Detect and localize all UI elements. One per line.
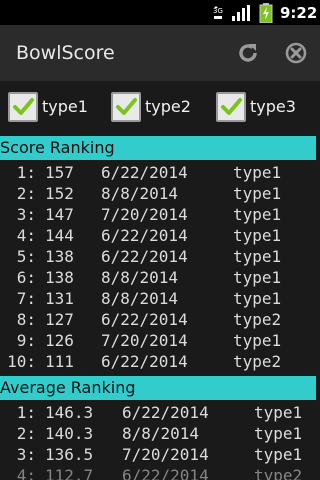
list-item: 4: 112.7 6/22/2014 type2	[0, 465, 320, 480]
type: type2	[233, 310, 282, 329]
rank: 1:	[16, 163, 36, 182]
type: type1	[254, 445, 303, 464]
date: 7/20/2014	[101, 205, 188, 224]
type2-label: type2	[145, 97, 191, 116]
list-item: 3: 136.5 7/20/2014 type1	[0, 444, 320, 465]
type2-checkbox[interactable]: type2	[111, 92, 191, 122]
type: type1	[233, 289, 282, 308]
type: type1	[233, 247, 282, 266]
checkmark-icon	[221, 98, 242, 115]
list-item: 2: 140.3 8/8/2014 type1	[0, 423, 320, 444]
score-ranking-header: Score Ranking	[0, 136, 316, 160]
date: 6/22/2014	[101, 163, 188, 182]
rank: 4:	[16, 466, 36, 480]
score: 111	[45, 352, 74, 371]
average-score: 146.3	[45, 403, 94, 422]
list-item: 5: 138 6/22/2014 type1	[0, 246, 320, 267]
refresh-icon	[239, 44, 257, 62]
list-item: 1: 157 6/22/2014 type1	[0, 162, 320, 183]
score: 126	[45, 331, 74, 350]
list-item: 8: 127 6/22/2014 type2	[0, 309, 320, 330]
date: 6/22/2014	[101, 226, 188, 245]
app-title: BowlScore	[16, 42, 115, 64]
signal-strength-icon	[232, 5, 250, 21]
score: 147	[45, 205, 74, 224]
rank: 9:	[16, 331, 36, 350]
date: 8/8/2014	[122, 424, 200, 443]
type1-checkbox[interactable]: type1	[8, 92, 88, 122]
rank: 2:	[16, 184, 36, 203]
checkbox-box[interactable]	[111, 92, 141, 122]
type3-label: type3	[250, 97, 296, 116]
rank: 10:	[7, 352, 36, 371]
status-bar: 3G 9:22	[0, 0, 320, 25]
score: 144	[45, 226, 74, 245]
type: type1	[233, 205, 282, 224]
type: type2	[254, 466, 303, 480]
score: 138	[45, 268, 74, 287]
clock: 9:22	[280, 4, 318, 22]
date: 8/8/2014	[101, 289, 179, 308]
rank: 3:	[16, 445, 36, 464]
list-item: 3: 147 7/20/2014 type1	[0, 204, 320, 225]
average-score: 112.7	[45, 466, 94, 480]
list-item: 9: 126 7/20/2014 type1	[0, 330, 320, 351]
date: 7/20/2014	[101, 331, 188, 350]
type: type2	[233, 352, 282, 371]
score: 127	[45, 310, 74, 329]
type: type1	[254, 403, 303, 422]
date: 6/22/2014	[101, 247, 188, 266]
checkmark-icon	[13, 98, 34, 115]
score: 138	[45, 247, 74, 266]
type: type1	[233, 184, 282, 203]
checkbox-box[interactable]	[8, 92, 38, 122]
checkmark-icon	[116, 98, 137, 115]
battery-charging-icon	[259, 3, 273, 23]
type: type1	[233, 331, 282, 350]
date: 6/22/2014	[101, 352, 188, 371]
refresh-button[interactable]	[236, 41, 260, 65]
rank: 4:	[16, 226, 36, 245]
rank: 5:	[16, 247, 36, 266]
network-3g-icon: 3G	[211, 5, 225, 21]
type: type1	[233, 268, 282, 287]
score: 152	[45, 184, 74, 203]
rank: 1:	[16, 403, 36, 422]
date: 6/22/2014	[122, 466, 209, 480]
list-item: 1: 146.3 6/22/2014 type1	[0, 402, 320, 423]
rank: 3:	[16, 205, 36, 224]
list-item: 10: 111 6/22/2014 type2	[0, 351, 320, 372]
average-score: 140.3	[45, 424, 94, 443]
date: 8/8/2014	[101, 268, 179, 287]
type: type1	[233, 163, 282, 182]
average-ranking-header: Average Ranking	[0, 376, 316, 400]
rank: 2:	[16, 424, 36, 443]
close-circle-icon	[285, 42, 307, 64]
list-item: 4: 144 6/22/2014 type1	[0, 225, 320, 246]
list-item: 6: 138 8/8/2014 type1	[0, 267, 320, 288]
checkbox-box[interactable]	[216, 92, 246, 122]
close-button[interactable]	[284, 41, 308, 65]
score: 157	[45, 163, 74, 182]
type: type1	[254, 424, 303, 443]
type1-label: type1	[42, 97, 88, 116]
rank: 8:	[16, 310, 36, 329]
type: type1	[233, 226, 282, 245]
rank: 6:	[16, 268, 36, 287]
type-filter-row: type1 type2 type3	[0, 81, 320, 133]
list-item: 2: 152 8/8/2014 type1	[0, 183, 320, 204]
date: 7/20/2014	[122, 445, 209, 464]
svg-text:3G: 3G	[213, 7, 223, 15]
date: 8/8/2014	[101, 184, 179, 203]
type3-checkbox[interactable]: type3	[216, 92, 296, 122]
list-item: 7: 131 8/8/2014 type1	[0, 288, 320, 309]
rank: 7:	[16, 289, 36, 308]
date: 6/22/2014	[101, 310, 188, 329]
average-ranking-list[interactable]: 1: 146.3 6/22/2014 type1 2: 140.3 8/8/2014 typ…	[0, 402, 320, 480]
score-ranking-list[interactable]: 1: 157 6/22/2014 type1 2: 152 8/8/2014 type1 3…	[0, 162, 320, 372]
action-bar: BowlScore	[0, 25, 320, 81]
average-score: 136.5	[45, 445, 94, 464]
score: 131	[45, 289, 74, 308]
date: 6/22/2014	[122, 403, 209, 422]
